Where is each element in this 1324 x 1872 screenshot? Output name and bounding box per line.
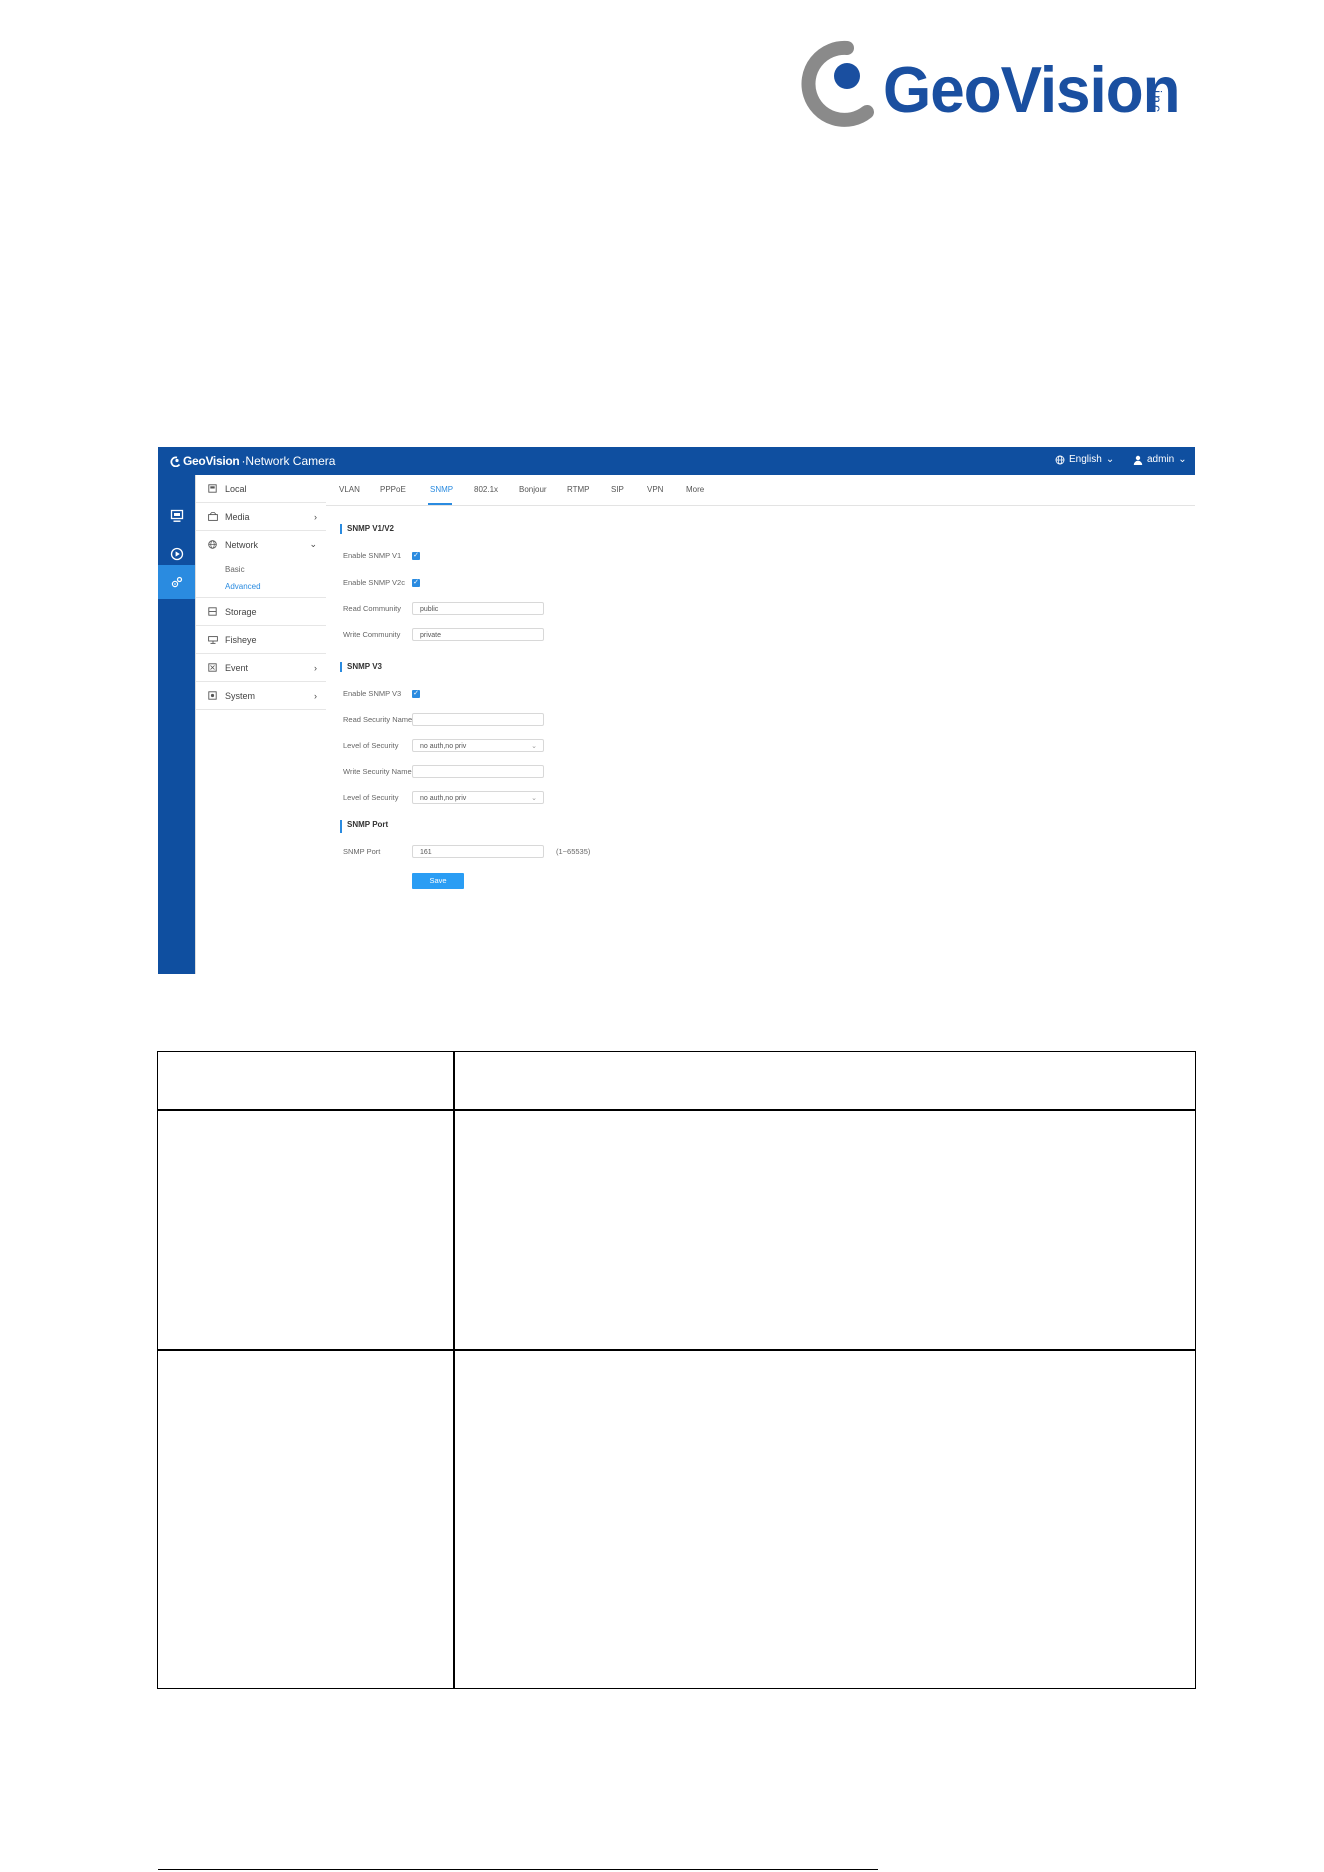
description-table (157, 1051, 1196, 1689)
monitor-icon (170, 509, 183, 522)
section-title-snmp-port: SNMP Port (340, 820, 388, 830)
local-icon (208, 484, 220, 493)
sidebar-item-system[interactable]: System › (196, 682, 326, 710)
footer-rule (158, 1869, 878, 1870)
snmp-port-range-hint: (1~65535) (556, 847, 591, 856)
chevron-right-icon: › (314, 511, 317, 522)
logo-inc: inc (1149, 90, 1165, 114)
sidebar-item-label: Fisheye (225, 634, 257, 645)
rail-settings[interactable] (158, 565, 195, 599)
sidebar-item-event[interactable]: Event › (196, 654, 326, 682)
sidebar-item-fisheye[interactable]: Fisheye (196, 626, 326, 654)
globe-icon (208, 540, 220, 549)
user-menu[interactable]: admin ⌄ (1133, 454, 1187, 465)
sidebar-subitem-basic[interactable]: Basic (225, 565, 245, 574)
sidebar-item-label: Media (225, 511, 250, 522)
sidebar-item-label: Event (225, 662, 249, 673)
media-icon (208, 512, 220, 521)
fisheye-icon (208, 635, 220, 644)
gears-icon (171, 576, 182, 588)
globe-icon (1055, 455, 1065, 464)
chevron-right-icon: › (314, 662, 317, 673)
user-name: admin (1147, 454, 1175, 465)
sidebar-item-label: Network (225, 539, 259, 550)
user-icon (1133, 455, 1143, 465)
sidebar-item-storage[interactable]: Storage (196, 598, 326, 626)
logo-mark-icon (801, 40, 874, 127)
app-brand: GeoVision ·Network Camera (170, 454, 335, 468)
sidebar-item-local[interactable]: Local (196, 475, 326, 503)
sidebar-item-network[interactable]: Network ⌄ (196, 531, 326, 558)
table-row-divider (158, 1109, 1195, 1111)
language-selector[interactable]: English ⌄ (1055, 454, 1114, 465)
save-button[interactable]: Save (412, 873, 464, 889)
sidebar-item-label: Local (225, 483, 247, 494)
table-column-divider (453, 1052, 455, 1688)
logo-wordmark: GeoVision (883, 54, 1180, 127)
snmp-port-group: SNMP Port SNMP Port 161 (1~65535) Save (326, 475, 1195, 974)
app-title: ·Network Camera (241, 454, 336, 468)
sidebar-item-media[interactable]: Media › (196, 503, 326, 531)
top-bar: GeoVision ·Network Camera English ⌄ admi… (158, 447, 1195, 475)
chevron-down-icon: ⌄ (309, 539, 317, 549)
chevron-right-icon: › (314, 690, 317, 701)
sidebar-item-label: Storage (225, 606, 257, 617)
table-row-divider (158, 1349, 1195, 1351)
icon-rail (158, 475, 195, 974)
play-circle-icon (170, 547, 183, 561)
chevron-down-icon: ⌄ (1178, 454, 1187, 465)
brand-logo-icon (170, 455, 181, 467)
brand-name: GeoVision (183, 454, 240, 468)
system-icon (208, 691, 220, 700)
settings-sidebar: Local Media › Network ⌄ Basic Advanced S… (195, 475, 327, 974)
sidebar-subitem-advanced[interactable]: Advanced (225, 582, 261, 591)
rail-live-view[interactable] (158, 499, 195, 533)
snmp-port-input[interactable]: 161 (412, 845, 544, 858)
geovision-logo: GeoVision inc (795, 38, 1180, 130)
sidebar-item-label: System (225, 690, 256, 701)
snmp-port-label: SNMP Port (343, 847, 381, 856)
event-icon (208, 663, 220, 672)
language-label: English (1069, 454, 1102, 465)
chevron-down-icon: ⌄ (1105, 454, 1115, 465)
storage-icon (208, 607, 220, 616)
